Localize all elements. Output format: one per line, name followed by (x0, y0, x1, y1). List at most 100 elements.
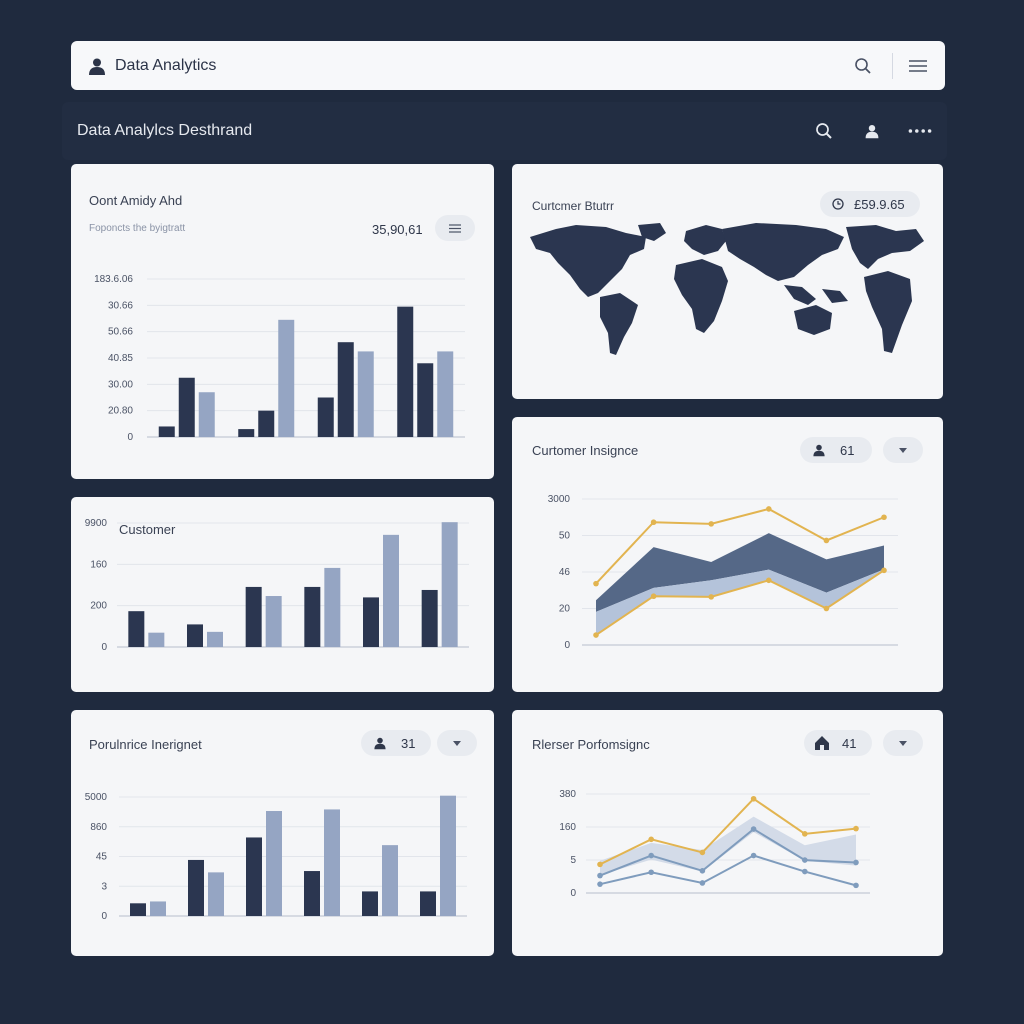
bar (363, 597, 379, 647)
data-point (593, 632, 599, 638)
data-point (593, 580, 599, 587)
bar (441, 522, 458, 647)
user-icon[interactable] (860, 119, 884, 143)
x-tick-label: 16:28 (413, 164, 438, 167)
data-point (750, 795, 757, 802)
y-tick-label: 0 (101, 642, 107, 653)
bar-chart-2: 0 200 160 9900 5631 58253 18393 3.6283 28033 1830… (85, 497, 469, 653)
bar (417, 363, 434, 437)
user-icon[interactable] (87, 56, 107, 76)
x-tick-label: 18359 (332, 164, 360, 167)
menu-icon[interactable] (907, 55, 929, 77)
bar (188, 859, 204, 916)
data-point (802, 868, 808, 875)
bar (158, 426, 175, 437)
data-point (766, 506, 772, 512)
bar (187, 624, 203, 647)
x-tick-label: 18393 (250, 497, 278, 500)
data-point (881, 567, 887, 574)
data-point (750, 852, 757, 859)
y-tick-label: 30.66 (108, 300, 133, 311)
data-point (853, 882, 859, 889)
x-tick-label: 168231 (189, 710, 223, 713)
bar-chart-1: 0 20.80 30.00 40.85 50.66 30.66 183.6.06 18605 1… (94, 164, 465, 443)
data-point (648, 869, 654, 876)
bar (421, 589, 438, 647)
bar (128, 611, 145, 647)
data-point (802, 857, 808, 863)
bar (278, 319, 295, 437)
x-tick-label: 5003 (764, 710, 787, 713)
x-tick-label: 5003 (670, 710, 693, 713)
bar (357, 351, 374, 437)
bar (324, 809, 340, 916)
map-far-east (864, 271, 912, 353)
card-title: Curtcmer Btutrr (532, 199, 615, 213)
data-point (750, 826, 757, 832)
data-point (708, 594, 714, 600)
x-tick-label: 148.33 (249, 710, 280, 713)
area-chart: 0 20 46 50 3000 501 5063 590 5634 5603 5660 5003 508 (548, 417, 907, 651)
bar (397, 306, 414, 437)
bar (258, 410, 275, 437)
data-point (650, 519, 657, 526)
map-australia (794, 305, 832, 335)
clock-icon (832, 198, 844, 210)
x-tick-label: 5394 (812, 710, 835, 713)
bar (198, 392, 215, 437)
bar-chart-card-3: Porulnrice Inerignet 31 0345860500018061… (71, 710, 494, 956)
y-tick-label: 183.6.06 (94, 274, 133, 285)
map-europe (684, 225, 726, 255)
y-tick-label: 30.00 (108, 379, 133, 390)
y-tick-label: 160 (559, 822, 576, 833)
card-value: £59.9.65 (854, 196, 905, 212)
y-tick-label: 50.66 (108, 327, 133, 338)
dashboard-header: Data Analylcs Desthrand (62, 102, 947, 160)
y-tick-label: 0 (570, 888, 576, 899)
data-point (648, 852, 654, 859)
y-tick-label: 0 (127, 432, 133, 443)
bar (317, 397, 334, 437)
bar-chart-card-2: Customer 02001609900563158253183933.6283… (71, 497, 494, 692)
bar (246, 837, 262, 916)
x-tick-label: 5660 (797, 417, 820, 420)
map-islands (822, 289, 848, 303)
value-pill[interactable]: £59.9.65 (820, 191, 920, 217)
line-chart: 0 5 160 380 561 5060 5003 5063 5003 5394 5060 (559, 710, 882, 899)
x-tick-label: 18303 (426, 497, 454, 500)
map-africa (674, 259, 728, 333)
search-icon[interactable] (852, 55, 874, 77)
data-point (597, 861, 603, 868)
data-point (823, 605, 830, 612)
x-tick-label: 590 (664, 417, 681, 420)
x-tick-label: 1.6.231 (421, 710, 455, 713)
search-icon[interactable] (812, 119, 836, 143)
data-point (766, 577, 772, 584)
toolbar-divider (892, 52, 893, 79)
y-tick-label: 50 (559, 531, 571, 542)
bar (383, 534, 399, 647)
bar (304, 871, 320, 916)
app-title: Data Analytics (115, 56, 217, 74)
x-tick-label: 501 (574, 417, 591, 420)
x-tick-label: 5060 (859, 710, 882, 713)
x-tick-label: 5003 (842, 417, 865, 420)
x-tick-label: 561 (578, 710, 595, 713)
more-dots-icon[interactable] (908, 119, 932, 143)
data-point (597, 872, 603, 879)
bar (437, 351, 454, 437)
x-tick-label: 18061 (134, 710, 162, 713)
x-tick-label: 5631 (135, 497, 158, 500)
bar (238, 429, 255, 437)
bar (148, 632, 165, 647)
x-tick-label: 5063 (616, 417, 639, 420)
data-point (699, 868, 706, 874)
y-tick-label: 200 (90, 601, 107, 612)
bar-chart-3: 0 3 45 860 5000 18061 168231 148.33 1.6.233 18.29… (85, 710, 467, 922)
y-tick-label: 0 (564, 640, 570, 651)
bar (362, 891, 378, 916)
bar-chart-card-1: Oont Amidy Ahd Foponcts the byigtratt 35… (71, 164, 494, 479)
map-southeast-asia (784, 285, 816, 305)
dashboard-title: Data Analylcs Desthrand (77, 122, 253, 139)
top-bar: Data Analytics (71, 41, 945, 90)
